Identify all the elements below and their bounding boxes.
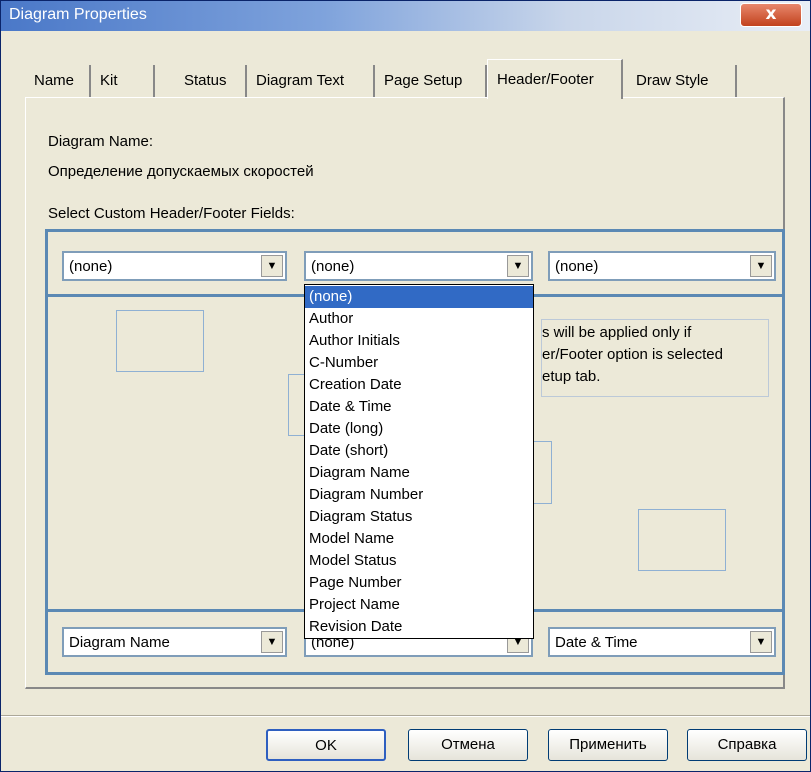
preview-box <box>116 310 204 372</box>
chevron-down-icon[interactable]: ▼ <box>261 255 283 277</box>
dropdown-option[interactable]: Model Status <box>305 550 533 572</box>
preview-box <box>531 441 552 504</box>
close-icon: x <box>765 4 777 24</box>
info-note: s will be applied only if er/Footer opti… <box>541 319 769 397</box>
dropdown-option[interactable]: Page Number <box>305 572 533 594</box>
dropdown-option[interactable]: Date & Time <box>305 396 533 418</box>
tab-status[interactable]: Status <box>175 65 247 97</box>
dropdown-option[interactable]: Project Name <box>305 594 533 616</box>
dropdown-option[interactable]: Date (short) <box>305 440 533 462</box>
close-button[interactable]: x <box>740 3 802 27</box>
dropdown-option[interactable]: Author <box>305 308 533 330</box>
chevron-down-icon[interactable]: ▼ <box>507 255 529 277</box>
footer-right-select[interactable]: Date & Time ▼ <box>548 627 776 657</box>
window-title: Diagram Properties <box>9 6 147 23</box>
footer-left-value: Diagram Name <box>69 634 170 651</box>
header-center-value: (none) <box>311 258 355 275</box>
chevron-down-icon[interactable]: ▼ <box>750 631 772 653</box>
chevron-down-icon[interactable]: ▼ <box>261 631 283 653</box>
info-note-line: er/Footer option is selected <box>542 346 723 363</box>
dropdown-option[interactable]: Creation Date <box>305 374 533 396</box>
info-note-line: etup tab. <box>542 368 601 385</box>
field-dropdown-list[interactable]: (none) Author Author Initials C-Number C… <box>304 284 534 639</box>
dropdown-option[interactable]: Diagram Number <box>305 484 533 506</box>
title-bar[interactable]: Diagram Properties x <box>1 1 810 31</box>
info-note-line: s will be applied only if <box>542 324 692 341</box>
header-right-select[interactable]: (none) ▼ <box>548 251 776 281</box>
ok-button[interactable]: OK <box>266 729 386 761</box>
tab-page-setup[interactable]: Page Setup <box>375 65 487 97</box>
dialog-window: Diagram Properties x Name Kit Status Dia… <box>0 0 811 772</box>
tab-kit[interactable]: Kit <box>91 65 155 97</box>
chevron-down-icon[interactable]: ▼ <box>750 255 772 277</box>
tab-name[interactable]: Name <box>25 65 91 97</box>
apply-button[interactable]: Применить <box>548 729 668 761</box>
dropdown-option[interactable]: Diagram Name <box>305 462 533 484</box>
dropdown-option[interactable]: Diagram Status <box>305 506 533 528</box>
footer-right-value: Date & Time <box>555 634 638 651</box>
tab-draw-style[interactable]: Draw Style <box>627 65 737 97</box>
diagram-name-value: Определение допускаемых скоростей <box>48 163 314 180</box>
dropdown-option[interactable]: Model Name <box>305 528 533 550</box>
help-button[interactable]: Справка <box>687 729 807 761</box>
tab-diagram-text[interactable]: Diagram Text <box>247 65 375 97</box>
footer-left-select[interactable]: Diagram Name ▼ <box>62 627 287 657</box>
button-separator <box>1 715 810 717</box>
tab-header-footer[interactable]: Header/Footer <box>487 59 623 99</box>
header-right-value: (none) <box>555 258 599 275</box>
dropdown-option[interactable]: Author Initials <box>305 330 533 352</box>
dropdown-option[interactable]: C-Number <box>305 352 533 374</box>
dropdown-option[interactable]: Date (long) <box>305 418 533 440</box>
cancel-button[interactable]: Отмена <box>408 729 528 761</box>
header-left-select[interactable]: (none) ▼ <box>62 251 287 281</box>
diagram-name-label: Diagram Name: <box>48 133 154 150</box>
select-fields-label: Select Custom Header/Footer Fields: <box>48 205 295 222</box>
header-left-value: (none) <box>69 258 113 275</box>
header-center-select[interactable]: (none) ▼ <box>304 251 533 281</box>
dropdown-option[interactable]: (none) <box>305 286 533 308</box>
dropdown-option[interactable]: Revision Date <box>305 616 533 638</box>
preview-box <box>638 509 726 571</box>
